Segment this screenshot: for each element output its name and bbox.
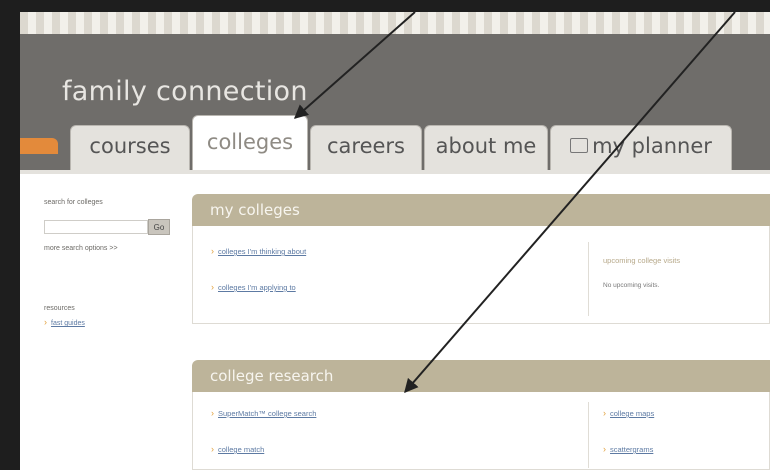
tab-about-me[interactable]: about me — [424, 125, 548, 171]
chevron-right-icon: › — [211, 246, 214, 256]
tab-label: colleges — [206, 130, 294, 154]
chevron-right-icon: › — [44, 317, 47, 327]
panel-divider — [588, 242, 589, 316]
tab-my-planner[interactable]: my planner — [550, 125, 732, 171]
orange-tab-indicator[interactable] — [20, 138, 58, 154]
search-label: search for colleges — [44, 199, 103, 206]
screenshot-frame: family connection courses colleges caree… — [0, 0, 770, 470]
college-match-link[interactable]: › college match — [211, 444, 264, 454]
colleges-thinking-link[interactable]: › colleges I'm thinking about — [211, 246, 306, 256]
upcoming-visits-text: No upcoming visits. — [603, 282, 660, 289]
top-strip — [20, 12, 770, 34]
chevron-right-icon: › — [211, 444, 214, 454]
tab-careers[interactable]: careers — [310, 125, 422, 171]
link-label: college maps — [610, 409, 655, 418]
link-label: colleges I'm applying to — [218, 283, 296, 292]
more-search-options-link[interactable]: more search options >> — [44, 245, 118, 252]
colleges-applying-link[interactable]: › colleges I'm applying to — [211, 282, 296, 292]
college-research-header: college research — [192, 360, 770, 392]
tab-courses[interactable]: courses — [70, 125, 190, 171]
tab-label: careers — [326, 134, 405, 158]
chevron-right-icon: › — [211, 282, 214, 292]
chevron-right-icon: › — [603, 444, 606, 454]
sidebar: search for colleges Go more search optio… — [20, 177, 190, 470]
supermatch-link[interactable]: › SuperMatch™ college search — [211, 408, 316, 418]
planner-icon — [570, 137, 589, 153]
link-label: fast guides — [51, 320, 85, 327]
link-label: colleges I'm thinking about — [218, 247, 307, 256]
app-title: family connection — [62, 76, 308, 107]
link-label: SuperMatch™ college search — [218, 409, 317, 418]
panel-title: college research — [210, 367, 334, 385]
chevron-right-icon: › — [211, 408, 214, 418]
panel-divider — [588, 402, 589, 468]
resources-label: resources — [44, 305, 75, 312]
chevron-right-icon: › — [603, 408, 606, 418]
link-label: scattergrams — [610, 445, 654, 454]
tab-colleges[interactable]: colleges — [192, 115, 308, 171]
upcoming-visits-title: upcoming college visits — [603, 256, 681, 265]
go-button[interactable]: Go — [148, 219, 170, 235]
tab-bar-line — [20, 170, 770, 174]
my-colleges-panel: › colleges I'm thinking about › colleges I… — [192, 226, 770, 324]
link-label: college match — [218, 445, 265, 454]
college-maps-link[interactable]: › college maps — [603, 408, 654, 418]
college-research-panel: › SuperMatch™ college search › college mat… — [192, 392, 770, 470]
college-search-input[interactable] — [44, 220, 148, 234]
fast-guides-link[interactable]: › fast guides — [44, 317, 85, 327]
browser-viewport: family connection courses colleges caree… — [20, 12, 770, 470]
my-colleges-header: my colleges — [192, 194, 770, 226]
tab-label: about me — [435, 134, 537, 158]
panel-title: my colleges — [210, 201, 300, 219]
tab-label: my planner — [592, 134, 712, 158]
tab-label: courses — [89, 134, 171, 158]
scattergrams-link[interactable]: › scattergrams — [603, 444, 653, 454]
